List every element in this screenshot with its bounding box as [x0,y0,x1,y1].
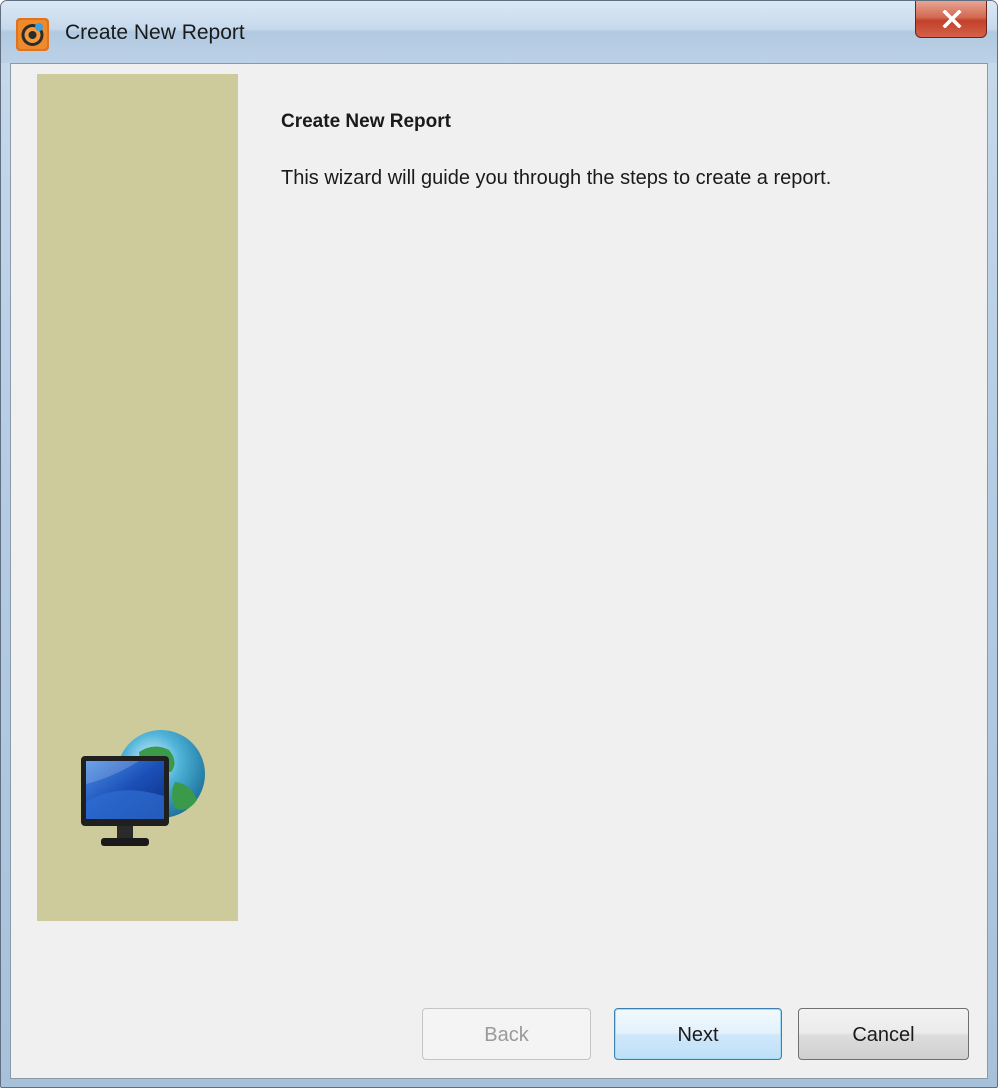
close-button[interactable] [915,1,987,38]
wizard-window: Create New Report Create New Report This… [0,0,998,1088]
monitor-globe-image [81,730,205,846]
back-button[interactable]: Back [422,1008,591,1060]
app-icon [16,18,49,51]
wizard-heading: Create New Report [281,111,451,132]
wizard-description: This wizard will guide you through the s… [281,167,832,189]
wizard-side-panel [37,74,238,921]
wizard-content: Create New Report This wizard will guide… [10,63,988,1079]
window-title: Create New Report [65,21,245,44]
title-bar[interactable]: Create New Report [1,1,997,63]
cancel-button[interactable]: Cancel [798,1008,969,1060]
next-button[interactable]: Next [614,1008,782,1060]
close-icon [942,10,962,28]
